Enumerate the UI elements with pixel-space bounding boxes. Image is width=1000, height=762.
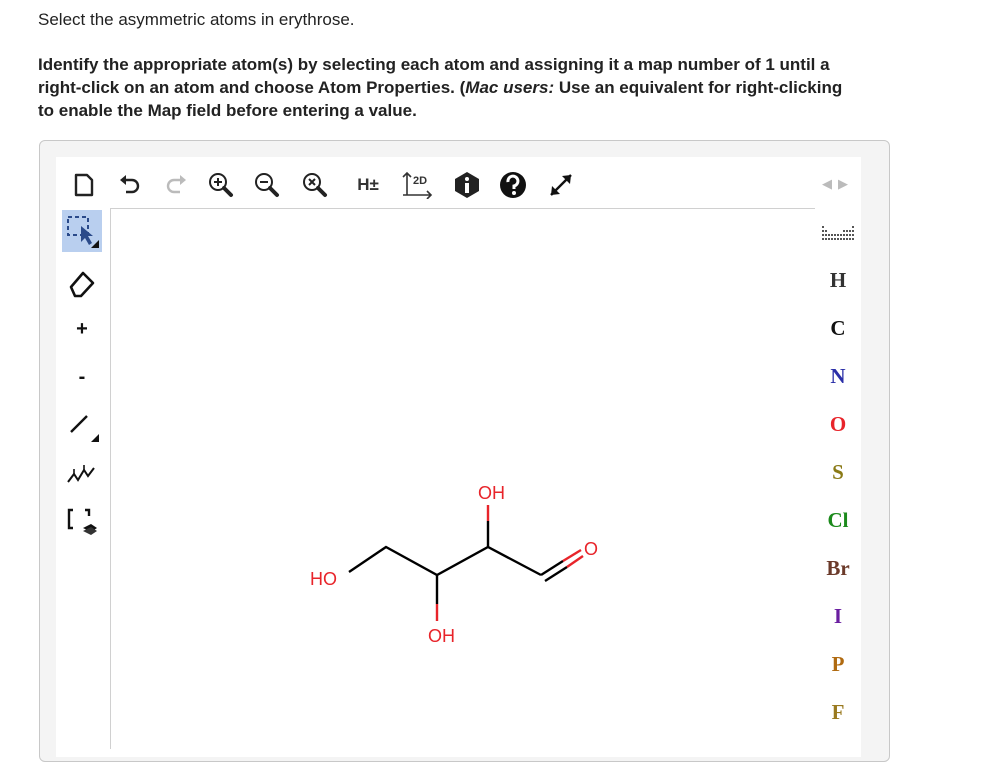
element-o-button[interactable]: O xyxy=(815,412,861,437)
help-icon[interactable] xyxy=(498,170,528,200)
periodic-table-icon[interactable] xyxy=(821,224,857,249)
chain-tool-icon[interactable] xyxy=(62,452,102,494)
drawing-canvas[interactable]: HO OH OH O xyxy=(110,208,815,749)
element-palette: H C N O S Cl Br I P F xyxy=(815,208,861,748)
question-title: Select the asymmetric atoms in erythrose… xyxy=(38,10,355,29)
toolbar-scroll-arrows-icon[interactable]: ◀▶ xyxy=(822,176,854,192)
top-toolbar: H± 2D xyxy=(56,160,861,208)
new-document-icon[interactable] xyxy=(70,170,98,200)
aldehyde-o-label[interactable]: O xyxy=(584,539,598,559)
instruction-line-1: Identify the appropriate atom(s) by sele… xyxy=(38,55,830,74)
element-f-button[interactable]: F xyxy=(815,700,861,725)
svg-text:2D: 2D xyxy=(413,175,427,187)
element-br-button[interactable]: Br xyxy=(815,556,861,581)
element-p-button[interactable]: P xyxy=(815,652,861,677)
charge-minus-tool[interactable]: - xyxy=(62,356,102,398)
undo-icon[interactable] xyxy=(116,170,144,200)
element-i-button[interactable]: I xyxy=(815,604,861,629)
template-bracket-icon[interactable] xyxy=(62,500,102,542)
zoom-reset-icon[interactable] xyxy=(300,170,330,200)
clean-2d-button[interactable]: 2D xyxy=(400,170,436,200)
info-icon[interactable] xyxy=(452,170,482,200)
zoom-in-icon[interactable] xyxy=(206,170,236,200)
zoom-out-icon[interactable] xyxy=(252,170,282,200)
element-c-button[interactable]: C xyxy=(815,316,861,341)
erythrose-structure: HO OH OH O xyxy=(310,483,598,646)
select-tool-icon[interactable] xyxy=(62,210,102,252)
element-h-button[interactable]: H xyxy=(815,268,861,293)
left-toolbar: + - xyxy=(56,208,110,748)
ho-left-label[interactable]: HO xyxy=(310,569,337,589)
instruction-line-3: to enable the Map field before entering … xyxy=(38,101,417,120)
question-instructions: Identify the appropriate atom(s) by sele… xyxy=(38,53,1000,122)
toggle-hydrogens-button[interactable]: H± xyxy=(350,170,386,200)
element-n-button[interactable]: N xyxy=(815,364,861,389)
oh-bottom-label[interactable]: OH xyxy=(428,626,455,646)
eraser-icon[interactable] xyxy=(62,263,102,305)
instruction-line-2: right-click on an atom and choose Atom P… xyxy=(38,78,843,97)
fullscreen-icon[interactable] xyxy=(546,170,576,200)
oh-top-label[interactable]: OH xyxy=(478,483,505,503)
carbon-chain-bonds xyxy=(348,545,542,577)
element-cl-button[interactable]: Cl xyxy=(815,508,861,533)
redo-icon[interactable] xyxy=(162,170,190,200)
single-bond-tool-icon[interactable] xyxy=(62,404,102,446)
charge-plus-tool[interactable]: + xyxy=(62,308,102,350)
element-s-button[interactable]: S xyxy=(815,460,861,485)
